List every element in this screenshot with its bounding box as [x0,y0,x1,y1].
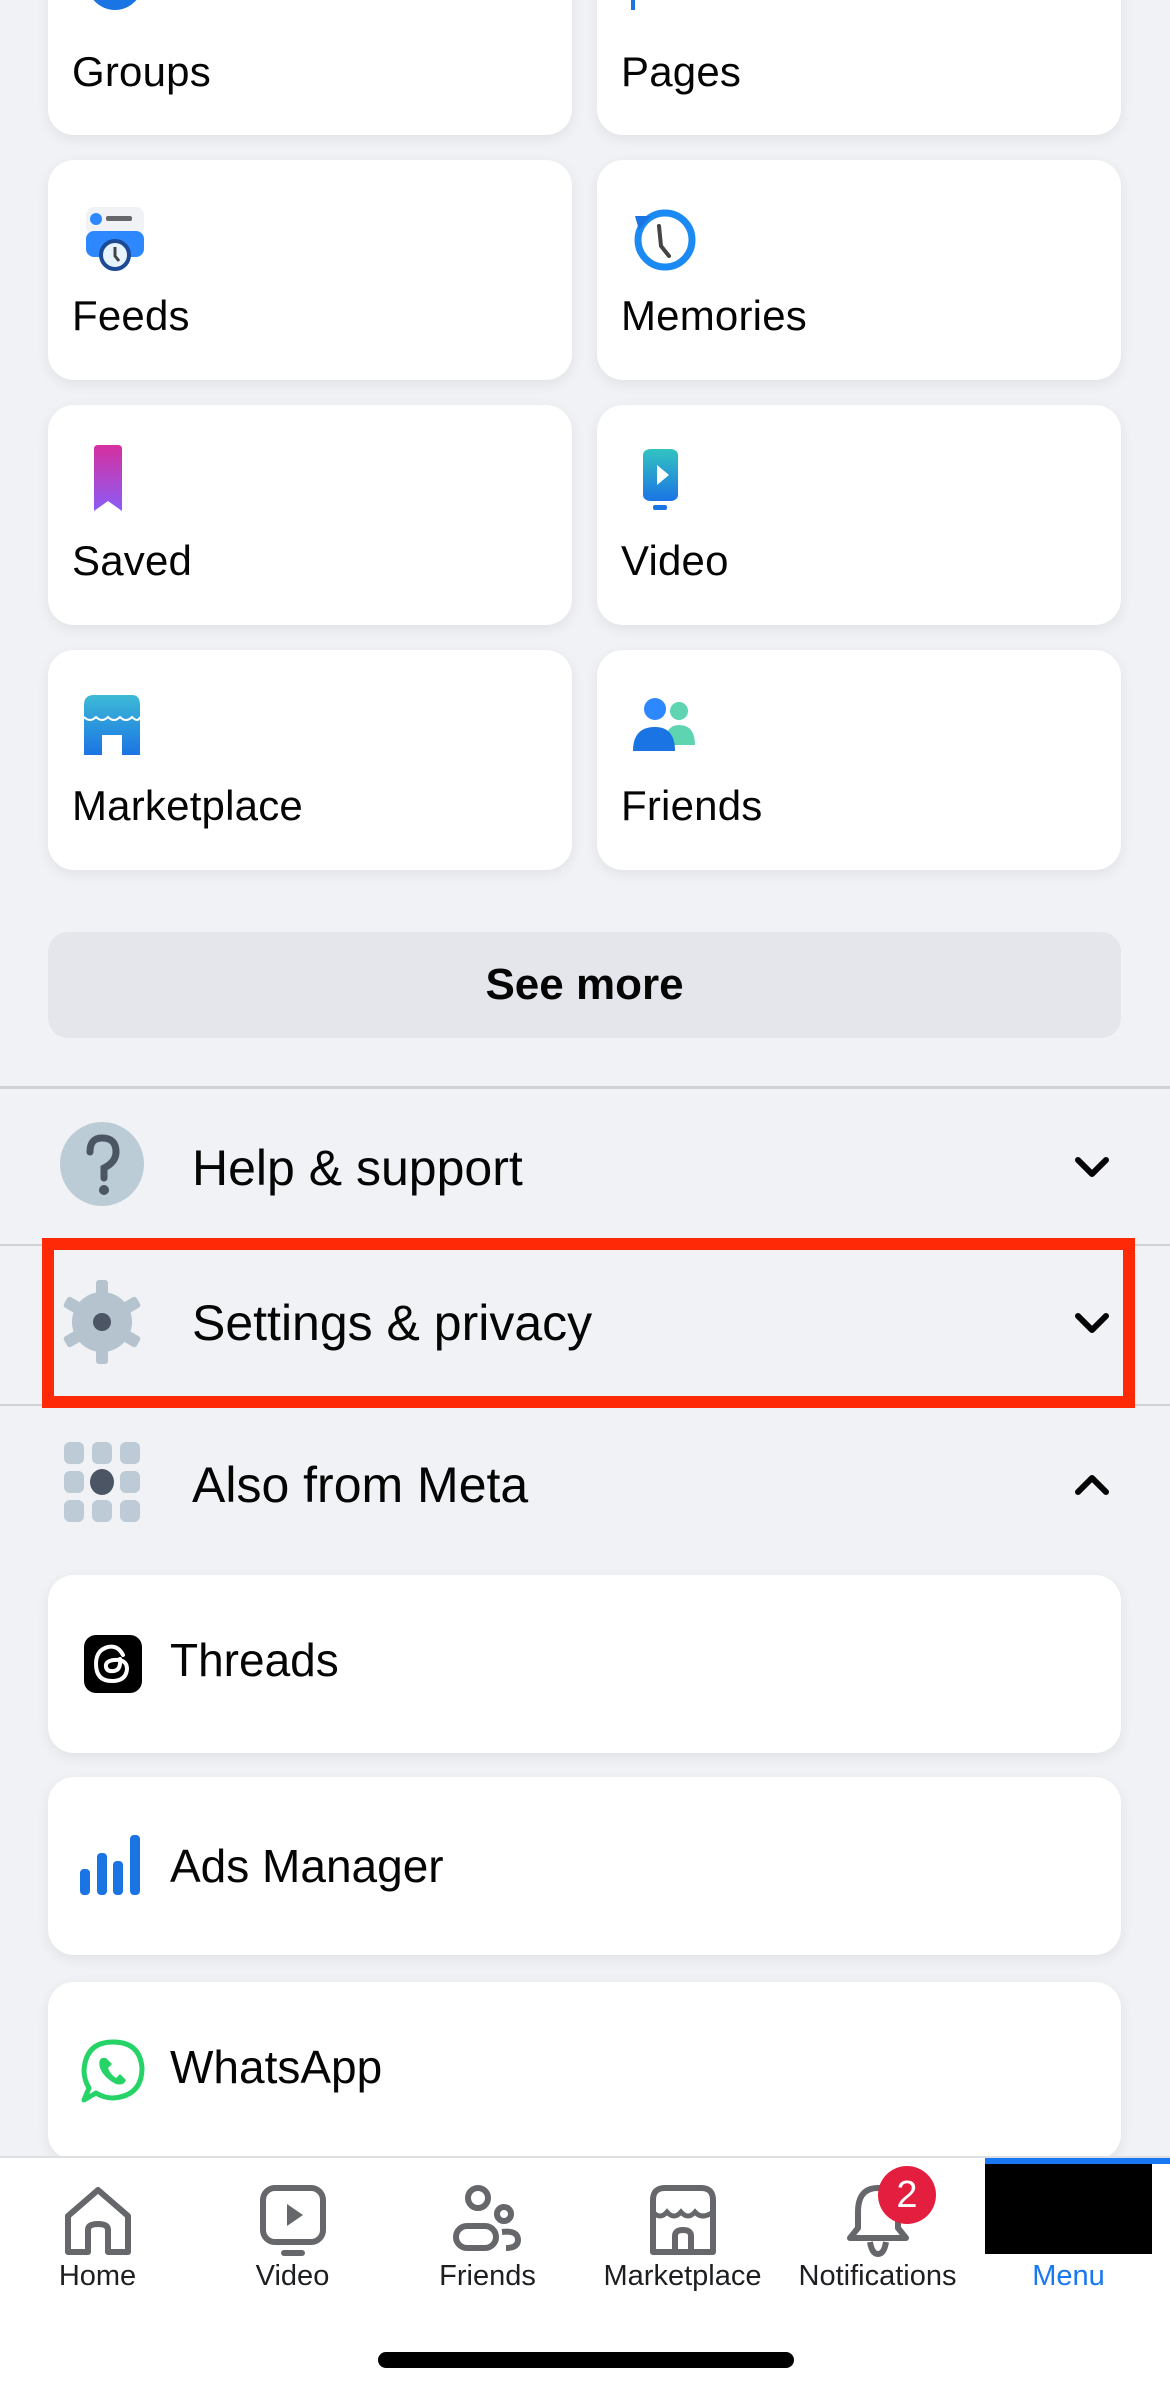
video-play-icon [643,449,678,510]
shortcut-label: Pages [621,48,742,95]
memories-clock-icon [634,209,696,271]
shortcut-label: Friends [621,782,763,829]
shortcut-video[interactable]: Video [597,405,1121,625]
meta-app-label: Ads Manager [170,1840,444,1892]
meta-app-threads[interactable]: Threads [48,1575,1121,1753]
tab-video[interactable]: Video [195,2158,390,2308]
friends-icon [452,2185,521,2251]
shortcut-saved[interactable]: Saved [48,405,572,625]
ads-manager-icon [80,1835,140,1895]
meta-app-whatsapp[interactable]: WhatsApp [48,1982,1121,2160]
meta-app-label: Threads [170,1634,339,1686]
saved-bookmark-icon [94,445,122,511]
tab-friends[interactable]: Friends [390,2158,585,2308]
divider [0,1086,1170,1089]
see-more-button[interactable]: See more [48,932,1121,1038]
highlight-annotation-box [42,1238,1135,1408]
tab-notifications[interactable]: Notifications [780,2158,975,2308]
shortcut-friends[interactable]: Friends [597,650,1121,870]
whatsapp-icon [81,2039,145,2103]
tab-label: Notifications [798,2260,957,2292]
shortcut-label: Saved [72,537,193,584]
shortcut-label: Memories [621,292,807,339]
shortcut-feeds[interactable]: Feeds [48,160,572,380]
section-label: Also from Meta [192,1457,529,1513]
friends-icon [633,698,695,751]
marketplace-shop-icon [83,695,141,755]
tab-label: Menu [1032,2260,1105,2292]
home-icon [64,2187,131,2255]
tab-label: Marketplace [603,2260,762,2292]
shortcut-label: Feeds [72,292,190,339]
tab-label: Friends [439,2260,536,2292]
section-also-from-meta[interactable]: Also from Meta [0,1408,1170,1558]
shortcut-marketplace[interactable]: Marketplace [48,650,572,870]
notifications-badge: 2 [878,2166,936,2224]
shortcut-label: Marketplace [72,782,303,829]
groups-icon [93,0,137,10]
feeds-icon [86,207,144,271]
pages-flag-icon [631,0,635,10]
section-help-support[interactable]: Help & support [0,1092,1170,1242]
marketplace-icon [649,2185,716,2255]
chevron-down-icon[interactable] [1070,1146,1114,1190]
threads-icon [84,1635,142,1693]
meta-app-label: WhatsApp [170,2041,383,2093]
help-question-icon [60,1122,144,1206]
tab-menu[interactable]: Menu [975,2158,1170,2308]
home-indicator [378,2352,794,2368]
chevron-up-icon[interactable] [1070,1462,1114,1506]
tab-label: Video [255,2260,330,2292]
shortcut-label: Video [621,537,729,584]
section-label: Help & support [192,1140,523,1196]
tab-label: Home [58,2260,137,2292]
shortcut-memories[interactable]: Memories [597,160,1121,380]
tab-home[interactable]: Home [0,2158,195,2308]
tab-marketplace[interactable]: Marketplace [585,2158,780,2308]
shortcut-pages[interactable]: Pages [597,0,1121,135]
menu-avatar [985,2164,1152,2254]
meta-apps-grid-icon [64,1442,140,1522]
meta-app-ads-manager[interactable]: Ads Manager [48,1777,1121,1955]
shortcut-groups[interactable]: Groups [48,0,572,135]
shortcut-label: Groups [72,48,211,95]
video-icon [259,2185,326,2256]
